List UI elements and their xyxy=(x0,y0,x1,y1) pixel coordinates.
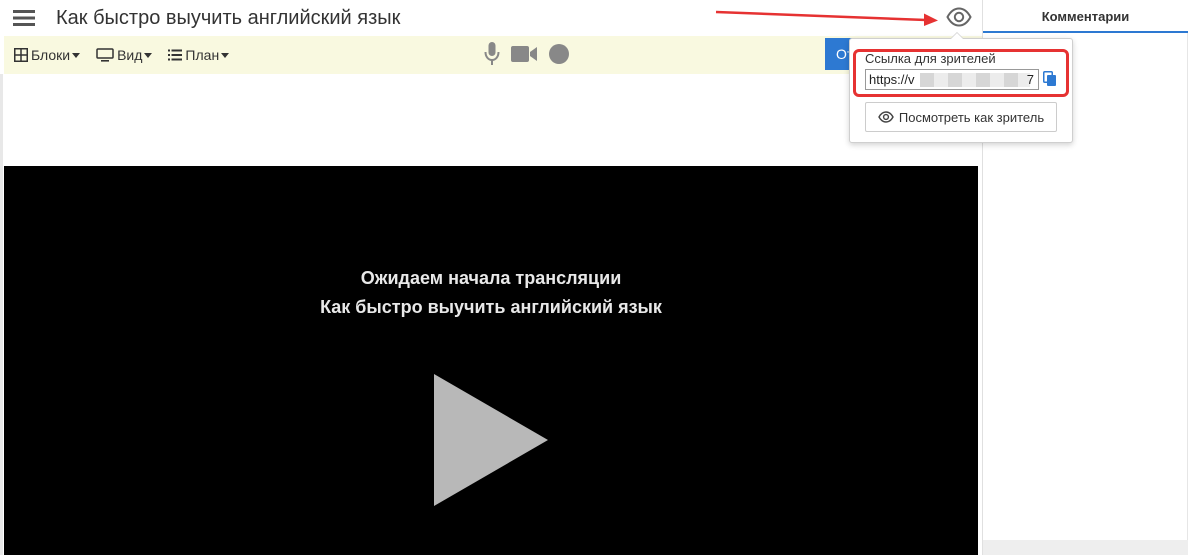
camera-button[interactable] xyxy=(510,44,538,64)
red-arrow-annotation xyxy=(715,10,938,26)
waiting-status-text: Ожидаем начала трансляции xyxy=(360,268,622,288)
view-label: Вид xyxy=(117,47,143,63)
menu-button[interactable] xyxy=(6,0,42,36)
video-title-text: Как быстро выучить английский язык xyxy=(320,297,662,317)
view-menu[interactable]: Вид xyxy=(96,47,153,63)
active-tab-indicator xyxy=(983,31,1188,33)
monitor-icon xyxy=(96,48,114,62)
record-icon xyxy=(549,44,569,64)
plan-menu[interactable]: План xyxy=(168,47,230,63)
play-button[interactable] xyxy=(434,374,550,513)
microphone-button[interactable] xyxy=(484,41,500,67)
left-border xyxy=(0,74,3,555)
caret-down-icon xyxy=(221,52,230,58)
copy-link-button[interactable] xyxy=(1043,71,1057,92)
view-as-viewer-button[interactable]: Посмотреть как зритель xyxy=(865,102,1057,132)
record-button[interactable] xyxy=(548,43,570,65)
view-as-viewer-label: Посмотреть как зритель xyxy=(898,109,1045,125)
eye-icon xyxy=(946,7,972,27)
caret-down-icon xyxy=(72,52,81,58)
play-icon xyxy=(434,374,548,506)
copy-icon xyxy=(1043,71,1056,86)
blocks-label: Блоки xyxy=(31,47,71,63)
sidebar-footer xyxy=(983,540,1188,555)
toolbar: Блоки Вид План От xyxy=(4,36,982,74)
video-player: Ожидаем начала трансляции Как быстро выу… xyxy=(4,166,978,555)
viewer-link-label: Ссылка для зрителей xyxy=(865,51,996,66)
microphone-icon xyxy=(484,42,500,65)
media-controls xyxy=(484,41,570,67)
sidebar-scrollbar[interactable] xyxy=(1187,33,1199,555)
eye-icon xyxy=(878,111,894,123)
blocks-menu[interactable]: Блоки xyxy=(14,47,81,63)
app-window: Как быстро выучить английский язык Блоки xyxy=(0,0,1199,555)
plan-label: План xyxy=(185,47,220,63)
grid-icon xyxy=(14,48,28,62)
viewer-link-popover: Ссылка для зрителей https://v 7 Посмотре… xyxy=(849,32,1073,143)
video-camera-icon xyxy=(511,46,537,62)
viewer-link-button[interactable] xyxy=(944,3,974,31)
list-icon xyxy=(168,49,183,61)
caret-down-icon xyxy=(144,52,153,58)
hamburger-icon xyxy=(13,10,35,26)
link-visible-start: https://v xyxy=(869,72,915,87)
viewer-link-field[interactable]: https://v 7 xyxy=(865,69,1039,90)
link-blurred-part xyxy=(920,73,1030,87)
tab-comments[interactable]: Комментарии xyxy=(983,0,1188,33)
page-title: Как быстро выучить английский язык xyxy=(56,6,401,29)
link-visible-end: 7 xyxy=(1026,72,1034,87)
